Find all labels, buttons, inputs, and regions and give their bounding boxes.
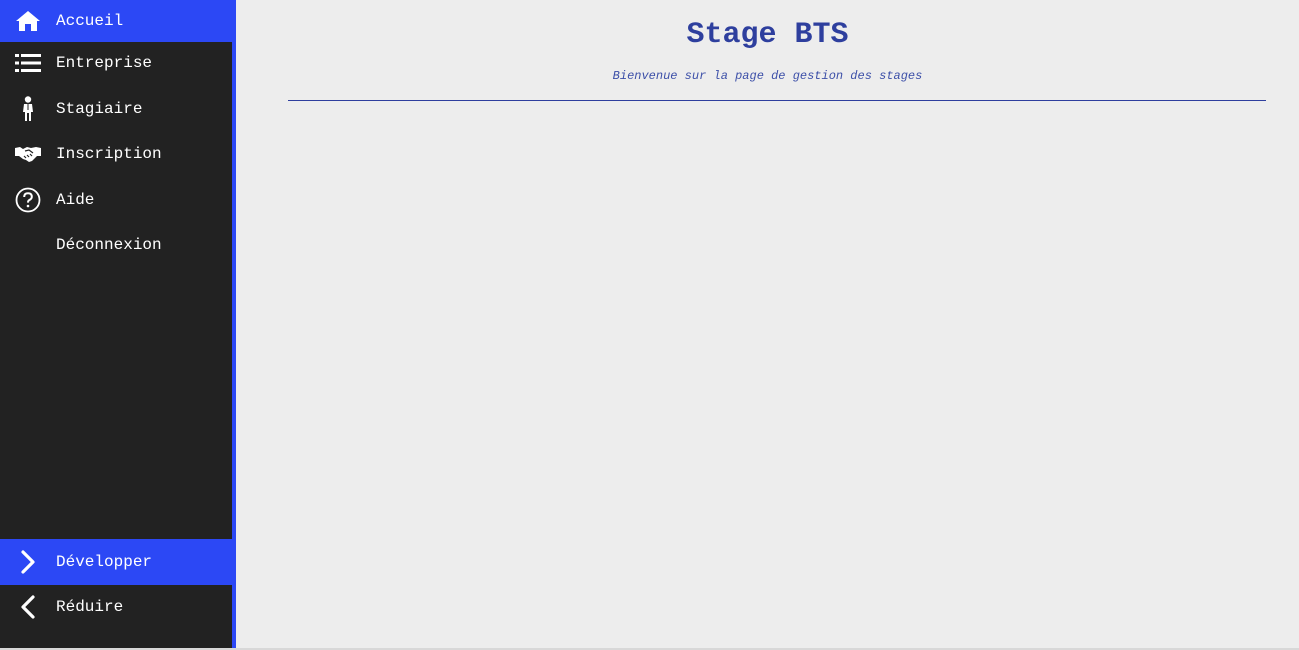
chevron-right-icon bbox=[14, 548, 42, 576]
sidebar-item-label: Accueil bbox=[56, 12, 124, 30]
sidebar-item-label: Inscription bbox=[56, 145, 162, 163]
sidebar: Accueil Entreprise Stagiaire Inscription… bbox=[0, 0, 236, 648]
home-icon bbox=[14, 7, 42, 35]
sidebar-item-deconnexion[interactable]: Déconnexion bbox=[0, 224, 232, 266]
sidebar-item-accueil[interactable]: Accueil bbox=[0, 0, 232, 42]
main-content: Stage BTS Bienvenue sur la page de gesti… bbox=[236, 0, 1299, 648]
person-icon bbox=[14, 95, 42, 123]
expand-button[interactable]: Développer bbox=[0, 539, 232, 585]
list-icon bbox=[14, 49, 42, 77]
sidebar-item-label: Stagiaire bbox=[56, 100, 143, 118]
expand-label: Développer bbox=[56, 553, 153, 571]
sidebar-item-entreprise[interactable]: Entreprise bbox=[0, 42, 232, 84]
sidebar-item-inscription[interactable]: Inscription bbox=[0, 133, 232, 175]
collapse-button[interactable]: Réduire bbox=[0, 585, 232, 629]
sidebar-item-label: Déconnexion bbox=[56, 236, 162, 254]
sidebar-item-aide[interactable]: Aide bbox=[0, 179, 232, 221]
collapse-label: Réduire bbox=[56, 598, 124, 616]
header-divider bbox=[288, 100, 1266, 101]
sidebar-item-stagiaire[interactable]: Stagiaire bbox=[0, 88, 232, 130]
help-circle-icon bbox=[14, 186, 42, 214]
chevron-left-icon bbox=[14, 593, 42, 621]
page-subtitle: Bienvenue sur la page de gestion des sta… bbox=[612, 69, 923, 83]
sidebar-item-label: Entreprise bbox=[56, 54, 153, 72]
sidebar-item-label: Aide bbox=[56, 191, 95, 209]
handshake-icon bbox=[14, 140, 42, 168]
page-title: Stage BTS bbox=[686, 18, 849, 52]
